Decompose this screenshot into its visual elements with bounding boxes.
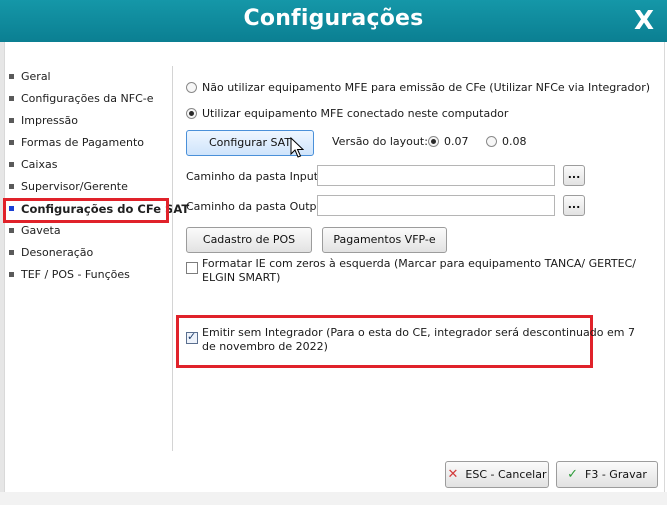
pos-register-button[interactable]: Cadastro de POS [186, 227, 312, 253]
cancel-button-label: ESC - Cancelar [465, 468, 547, 481]
bullet-icon [9, 250, 14, 255]
sidebar-item-desoneracao[interactable]: Desoneração [0, 242, 170, 264]
sidebar-item-label: Caixas [21, 158, 58, 171]
bullet-icon [9, 184, 14, 189]
radio-no-mfe-label: Não utilizar equipamento MFE para emissã… [202, 81, 651, 94]
bullet-icon [9, 118, 14, 123]
output-path-field[interactable] [317, 195, 555, 216]
sidebar-item-geral[interactable]: Geral [0, 66, 170, 88]
cancel-x-icon: ✕ [447, 467, 459, 482]
sidebar-item-caixas[interactable]: Caixas [0, 154, 170, 176]
bullet-icon [9, 96, 14, 101]
bullet-icon [9, 162, 14, 167]
bottom-strip [0, 492, 667, 505]
close-button[interactable]: X [621, 0, 667, 42]
format-ie-label-line1: Formatar IE com zeros à esquerda (Marcar… [202, 257, 636, 270]
browse-input-button[interactable]: ... [563, 165, 585, 186]
save-button-label: F3 - Gravar [585, 468, 647, 481]
checkmark-icon: ✓ [567, 467, 579, 482]
title-bar: Configurações X [0, 0, 667, 42]
sidebar-divider [172, 66, 173, 451]
format-ie-checkbox[interactable] [186, 262, 198, 274]
settings-sidebar: Geral Configurações da NFC-e Impressão F… [0, 66, 189, 286]
browse-output-button[interactable]: ... [563, 195, 585, 216]
mouse-cursor-icon [290, 137, 304, 158]
emit-without-integrator-line2: de novembro de 2022) [202, 340, 328, 353]
bullet-icon [9, 228, 14, 233]
radio-use-mfe-label: Utilizar equipamento MFE conectado neste… [202, 107, 509, 120]
sidebar-item-label: Impressão [21, 114, 78, 127]
sidebar-item-supervisor[interactable]: Supervisor/Gerente [0, 176, 170, 198]
sidebar-item-label: Desoneração [21, 246, 94, 259]
output-path-label: Caminho da pasta Output: [186, 200, 332, 213]
bullet-icon [9, 140, 14, 145]
input-path-field[interactable] [317, 165, 555, 186]
radio-no-mfe[interactable] [186, 82, 197, 93]
sidebar-item-gaveta[interactable]: Gaveta [0, 220, 170, 242]
bullet-icon [9, 272, 14, 277]
window-title: Configurações [243, 6, 424, 31]
radio-use-mfe[interactable] [186, 108, 197, 119]
radio-layout-007[interactable] [428, 136, 439, 147]
radio-layout-008[interactable] [486, 136, 497, 147]
layout-version-label: Versão do layout: [332, 135, 428, 148]
emit-without-integrator-checkbox[interactable] [186, 330, 198, 344]
sidebar-highlight-box [3, 198, 169, 223]
sidebar-item-impressao[interactable]: Impressão [0, 110, 170, 132]
sidebar-item-label: Formas de Pagamento [21, 136, 145, 149]
format-ie-label-line2: ELGIN SMART) [202, 271, 281, 284]
sidebar-item-label: TEF / POS - Funções [21, 268, 130, 281]
sidebar-item-formas-pagamento[interactable]: Formas de Pagamento [0, 132, 170, 154]
cancel-button[interactable]: ✕ ESC - Cancelar [445, 461, 549, 488]
sidebar-item-tef-pos[interactable]: TEF / POS - Funções [0, 264, 170, 286]
sidebar-item-label: Supervisor/Gerente [21, 180, 128, 193]
bullet-icon [9, 74, 14, 79]
sidebar-item-nfce[interactable]: Configurações da NFC-e [0, 88, 170, 110]
sidebar-item-label: Geral [21, 70, 51, 83]
sidebar-item-label: Configurações da NFC-e [21, 92, 154, 105]
emit-without-integrator-line1: Emitir sem Integrador (Para o esta do CE… [202, 326, 635, 339]
save-button[interactable]: ✓ F3 - Gravar [556, 461, 658, 488]
sidebar-item-label: Gaveta [21, 224, 61, 237]
input-path-label: Caminho da pasta Input: [186, 170, 322, 183]
layout-008-label: 0.08 [502, 135, 527, 148]
vfp-payments-button[interactable]: Pagamentos VFP-e [322, 227, 447, 253]
layout-007-label: 0.07 [444, 135, 469, 148]
